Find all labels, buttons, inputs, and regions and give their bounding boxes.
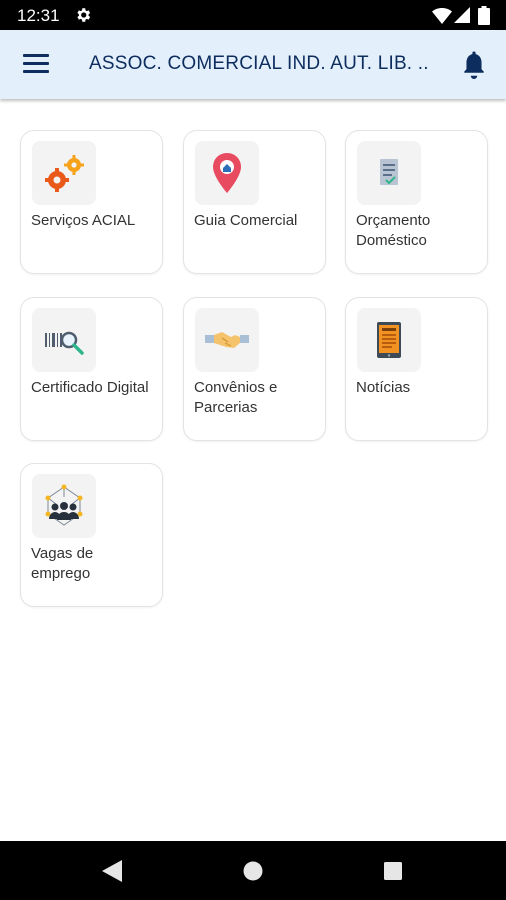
team-network-icon [45, 484, 83, 526]
card-guia-comercial[interactable]: Guia Comercial [183, 130, 326, 274]
card-icon-box [195, 308, 259, 372]
card-icon-box [357, 141, 421, 205]
navigation-bar [0, 841, 506, 900]
settings-icon [77, 8, 91, 22]
card-label: Guia Comercial [194, 212, 298, 229]
card-noticias[interactable]: Notícias [345, 297, 488, 441]
barcode-magnifier-icon [45, 331, 84, 355]
card-label: Certificado Digital [31, 379, 149, 396]
card-vagas-emprego[interactable]: Vagas de emprego [20, 463, 163, 607]
card-convenios-parcerias[interactable]: Convênios e Parcerias [183, 297, 326, 441]
map-pin-icon [213, 153, 241, 193]
card-icon-box [357, 308, 421, 372]
page-title: ASSOC. COMERCIAL IND. AUT. LIB. ... [89, 53, 429, 74]
home-icon[interactable] [243, 861, 263, 881]
menu-icon-line [23, 62, 49, 65]
status-time: 12:31 [17, 6, 60, 25]
card-icon-box [32, 141, 96, 205]
card-label: Orçamento Doméstico [356, 212, 431, 249]
bell-icon[interactable] [461, 51, 487, 79]
back-icon[interactable] [102, 860, 122, 882]
status-bar: 12:31 [0, 0, 506, 30]
menu-icon-line [23, 70, 49, 73]
gears-icon [45, 155, 84, 192]
signal-icon [454, 7, 470, 23]
card-servicos-acial[interactable]: Serviços ACIAL [20, 130, 163, 274]
card-certificado-digital[interactable]: Certificado Digital [20, 297, 163, 441]
card-orcamento-domestico[interactable]: Orçamento Doméstico [345, 130, 488, 274]
wifi-icon [432, 8, 452, 24]
news-tablet-icon [377, 322, 401, 358]
menu-icon-line [23, 54, 49, 57]
recent-apps-icon[interactable] [384, 862, 402, 880]
card-label: Vagas de emprego [31, 545, 94, 582]
card-label: Convênios e Parcerias [194, 379, 278, 416]
card-label: Serviços ACIAL [31, 212, 136, 229]
card-icon-box [32, 474, 96, 538]
budget-document-icon [380, 159, 398, 185]
card-icon-box [32, 308, 96, 372]
menu-button[interactable] [23, 54, 49, 74]
card-label: Notícias [356, 379, 411, 396]
handshake-icon [205, 332, 249, 348]
battery-icon [478, 6, 490, 25]
card-icon-box [195, 141, 259, 205]
app-bar: ASSOC. COMERCIAL IND. AUT. LIB. ... [0, 30, 506, 99]
